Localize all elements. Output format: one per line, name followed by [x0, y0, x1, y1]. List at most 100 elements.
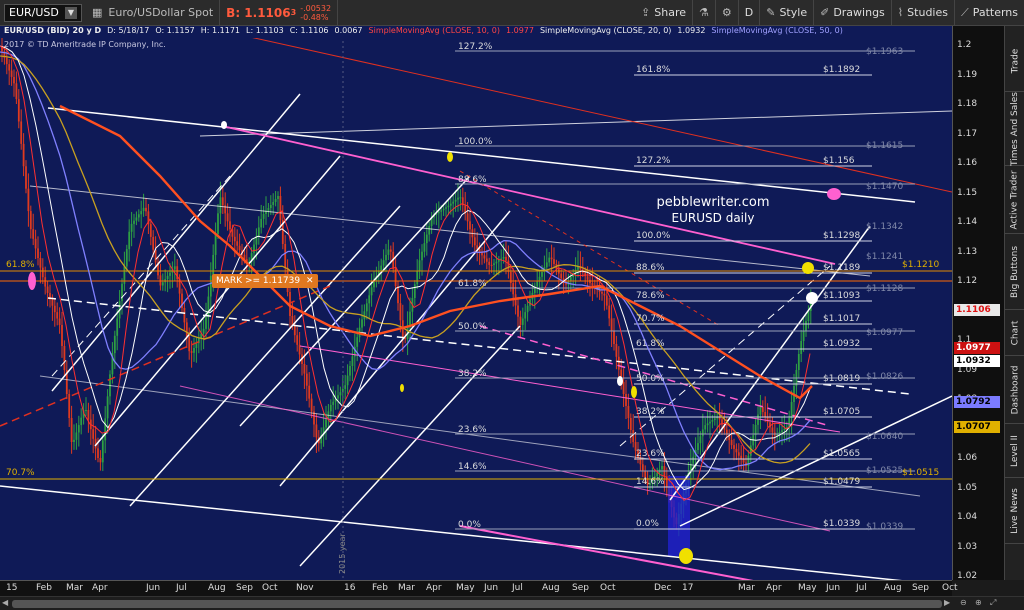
price-tag-sma100: 1.0707: [954, 421, 1000, 434]
fib-ghost-price: $1.0826: [866, 372, 903, 382]
time-tick-label: Jul: [176, 583, 187, 593]
candle-body: [293, 325, 296, 336]
candle-body: [113, 335, 116, 354]
side-tab-live-news[interactable]: Live News: [1005, 478, 1024, 544]
symbol-selector[interactable]: EUR/USD ▼: [4, 3, 82, 22]
time-axis[interactable]: 15 Feb Mar Apr Jun Jul Aug Sep Oct Nov 16 Feb Mar Apr…: [0, 580, 958, 596]
candle-body: [519, 316, 522, 325]
time-tick-label: Mar: [738, 583, 755, 593]
side-tab-label: Trade: [1010, 48, 1021, 73]
mark-label[interactable]: MARK >= 1.11739 ✕: [212, 274, 318, 288]
scroll-right-icon[interactable]: ▶: [944, 598, 950, 607]
candle-body: [625, 394, 627, 406]
pink-marker-right: [827, 188, 841, 200]
candle-body: [641, 464, 644, 472]
copyright: 2017 © TD Ameritrade IP Company, Inc.: [4, 40, 166, 49]
horizontal-scrollbar[interactable]: ◀ ▶ ⊖ ⊕ ⤢: [0, 596, 1024, 610]
candle-body: [469, 221, 471, 230]
candle-body: [800, 341, 803, 354]
time-tick-label: Jul: [512, 583, 523, 593]
candle-body: [116, 318, 119, 336]
fib-main-price: $1.1093: [823, 291, 860, 301]
candle-body: [790, 402, 793, 418]
share-label: Share: [654, 6, 686, 19]
candle-body: [205, 317, 207, 329]
fib-main-price: $1.1892: [823, 65, 860, 75]
candle-body: [601, 291, 603, 294]
price-chart[interactable]: 127.2% 100.0% 88.6% 61.8% 50.0% 38.2% 23.6% 14.…: [0, 26, 952, 580]
candle-body: [521, 318, 524, 325]
candle-body: [70, 418, 73, 442]
drawings-button[interactable]: ✐ Drawings: [814, 0, 892, 26]
scroll-left-icon[interactable]: ◀: [2, 598, 8, 607]
candle-body: [349, 366, 351, 376]
fib-left-label: 50.0%: [458, 322, 487, 332]
flask-button[interactable]: ⚗: [693, 0, 716, 26]
candle-body: [699, 436, 702, 444]
candle-body: [68, 394, 71, 418]
candle-body: [77, 425, 80, 433]
scroll-thumb[interactable]: [12, 600, 942, 608]
time-tick-label: Feb: [36, 583, 52, 593]
style-button[interactable]: ✎ Style: [760, 0, 815, 26]
side-tab-dashboard[interactable]: Dashboard: [1005, 356, 1024, 424]
patterns-button[interactable]: ⟋ Patterns: [955, 0, 1024, 26]
side-tab-label: Level II: [1010, 434, 1020, 467]
candle-body: [701, 429, 704, 437]
candle-body: [274, 199, 277, 202]
candle-body: [125, 249, 128, 267]
candle-body: [447, 205, 450, 208]
side-tab-big-buttons[interactable]: Big Buttons: [1005, 234, 1024, 310]
price-tag-last: 1.1106: [954, 303, 1000, 316]
chart-area[interactable]: 127.2% 100.0% 88.6% 61.8% 50.0% 38.2% 23.6% 14.…: [0, 26, 952, 580]
price-tick-label: 1.2: [957, 40, 972, 50]
time-tick-label: Jun: [484, 583, 499, 593]
studies-button[interactable]: ⌇ Studies: [892, 0, 955, 26]
candle-body: [13, 76, 15, 84]
price-tick-label: 1.05: [957, 482, 978, 493]
side-tab-times-and-sales[interactable]: Times And Sales: [1005, 92, 1024, 166]
study-sma20[interactable]: SimpleMovingAvg (CLOSE, 20, 0): [540, 26, 671, 38]
fib-main-pct: 88.6%: [636, 263, 665, 273]
side-tab-chart[interactable]: Chart: [1005, 310, 1024, 356]
candle-body: [485, 258, 488, 262]
price-axis[interactable]: 1.21.191.181.171.161.151.141.131.121.111…: [952, 26, 1004, 581]
candle-body: [92, 429, 95, 439]
price-tag-sma20: 1.0932: [954, 355, 1000, 368]
candle-body: [41, 267, 44, 278]
candle-body: [344, 385, 347, 389]
side-tab-trade[interactable]: Trade: [1005, 30, 1024, 92]
fib-main-price: $1.156: [823, 156, 855, 166]
yellow-marker-top: [447, 152, 453, 162]
side-tab-level-ii[interactable]: Level II: [1005, 424, 1024, 478]
sma50-line: [0, 51, 811, 471]
side-tab-active-trader[interactable]: Active Trader: [1005, 166, 1024, 234]
candle-body: [706, 423, 709, 426]
settings-button[interactable]: ⚙: [716, 0, 739, 26]
candle-body: [466, 213, 469, 222]
zoom-fit-icon[interactable]: ⤢: [990, 598, 996, 608]
candle-body: [615, 344, 618, 357]
yellow-marker-low: [400, 384, 404, 392]
candle-body: [550, 257, 553, 260]
symbol-text[interactable]: EUR/USD: [9, 6, 59, 19]
study-sma50[interactable]: SimpleMovingAvg (CLOSE, 50, 0): [711, 26, 842, 38]
style-label: Style: [779, 6, 808, 19]
share-button[interactable]: ⇪ Share: [635, 0, 693, 26]
zoom-in-icon[interactable]: ⊕: [975, 598, 982, 607]
chevron-down-icon[interactable]: ▼: [65, 6, 77, 19]
candle-body: [526, 305, 529, 313]
zoom-out-icon[interactable]: ⊖: [960, 598, 967, 607]
yellow-marker-bottom: [679, 548, 693, 564]
white-marker: [806, 292, 818, 304]
candle-body: [185, 322, 188, 337]
candle-body: [605, 295, 608, 306]
bid-sub: 3: [290, 8, 297, 17]
time-tick-label: 17: [682, 583, 694, 593]
study-sma10[interactable]: SimpleMovingAvg (CLOSE, 10, 0): [369, 26, 500, 38]
interval-button[interactable]: D: [739, 0, 761, 26]
close-icon[interactable]: ✕: [306, 276, 314, 286]
candle-body: [169, 272, 171, 276]
candle-body: [418, 260, 421, 271]
candle-body: [202, 328, 205, 334]
